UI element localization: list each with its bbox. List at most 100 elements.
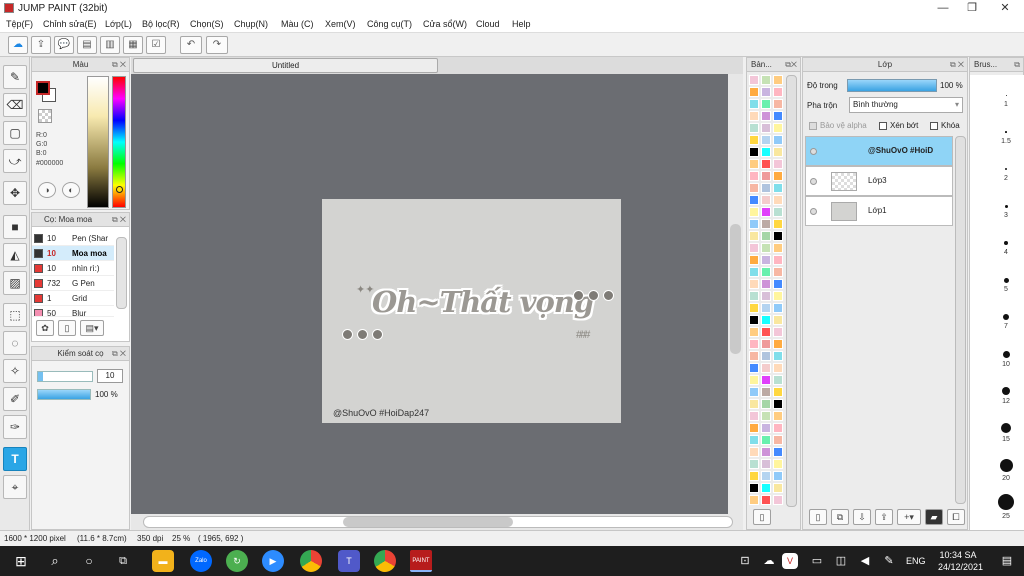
palette-swatch[interactable] [773,435,783,445]
palette-swatch[interactable] [761,423,771,433]
protect-alpha-checkbox[interactable]: Bảo vệ alpha [809,121,867,130]
palette-swatch[interactable] [749,375,759,385]
brush-item[interactable]: 10 nhìn rì:) [32,261,114,276]
search-icon[interactable]: ⌕ [44,550,66,572]
bucket-tool-icon[interactable]: ◭ [3,243,27,267]
pen-tray-icon[interactable]: ✎ [878,550,900,572]
new-layer-icon[interactable]: ▯ [809,509,827,525]
palette-swatch[interactable] [749,207,759,217]
brush-menu-icon[interactable]: ▤▾ [80,320,104,336]
hue-handle[interactable] [116,186,123,193]
palette-swatch[interactable] [773,219,783,229]
foreground-color-swatch[interactable] [36,81,50,95]
palette-swatch[interactable] [749,495,759,505]
menu-capture[interactable]: Chụp(N) [234,19,268,29]
zoom-app-icon[interactable]: ▶ [262,550,284,572]
checklist-icon[interactable]: ☑ [146,36,166,54]
brush-size-dot[interactable] [1003,314,1009,320]
palette-swatch[interactable] [773,327,783,337]
palette-swatch[interactable] [761,303,771,313]
menu-cloud[interactable]: Cloud [476,19,500,29]
palette-swatch[interactable] [749,411,759,421]
fill-rect-tool-icon[interactable]: ■ [3,215,27,239]
palette-swatch[interactable] [773,471,783,481]
palette-swatch[interactable] [749,171,759,181]
brush-size-dot[interactable] [1003,277,1009,283]
palette-swatch[interactable] [761,279,771,289]
palette-swatch[interactable] [773,75,783,85]
brush-size-list[interactable]: 1 1.5 2 3 4 5 7 10 12 15 20 25 [970,75,1024,530]
grid-page-icon[interactable]: ▦ [123,36,143,54]
menu-filter[interactable]: Bộ lọc(R) [142,19,180,29]
file-explorer-icon[interactable]: ▬ [152,550,174,572]
select-eraser-tool-icon[interactable]: ✑ [3,415,27,439]
vertical-scroll-thumb[interactable] [730,224,741,354]
chrome-profile-icon[interactable] [374,550,396,572]
select-tool-icon[interactable]: ⬚ [3,303,27,327]
jump-paint-taskbar-icon[interactable]: PAINT [410,550,432,572]
palette-swatch[interactable] [773,279,783,289]
zalo-icon[interactable]: Zalo [190,550,212,572]
palette-swatch[interactable] [761,447,771,457]
palette-swatch[interactable] [749,243,759,253]
volume-tray-icon[interactable]: ◀ [854,550,876,572]
cortana-icon[interactable]: ○ [78,550,100,572]
palette-swatch[interactable] [749,195,759,205]
layer-row-selected[interactable]: @ShuOvO #HoiD [805,136,953,166]
color-picker-icon[interactable]: ◑ [38,182,56,198]
menu-view[interactable]: Xem(V) [325,19,356,29]
redo-icon[interactable]: ↷ [206,36,228,54]
brush-size-dot[interactable] [999,458,1013,472]
palette-swatch[interactable] [749,399,759,409]
panel-close-icon[interactable]: ⧉ [1014,58,1020,71]
palette-swatch[interactable] [773,375,783,385]
brush-size-value[interactable]: 10 [97,369,123,383]
undo-icon[interactable]: ↶ [180,36,202,54]
palette-swatch[interactable] [773,87,783,97]
palette-swatch[interactable] [761,99,771,109]
app-green-icon[interactable]: ↻ [226,550,248,572]
brush-tool-icon[interactable]: ✎ [3,65,27,89]
palette-swatch[interactable] [761,147,771,157]
palette-swatch[interactable] [773,351,783,361]
palette-swatch[interactable] [761,195,771,205]
palette-swatch[interactable] [749,255,759,265]
lasso-tool-icon[interactable]: ◌ [3,331,27,355]
teams-icon[interactable]: T [338,550,360,572]
palette-swatch[interactable] [761,471,771,481]
palette-swatch[interactable] [749,87,759,97]
palette-swatch[interactable] [773,171,783,181]
message-icon[interactable]: ▤ [77,36,97,54]
palette-swatch[interactable] [749,483,759,493]
palette-swatch[interactable] [749,327,759,337]
brush-item[interactable]: 50 Blur [32,306,114,317]
palette-swatch[interactable] [773,303,783,313]
gradient-tool-icon[interactable]: ▨ [3,271,27,295]
brush-size-dot[interactable] [1004,241,1008,245]
panel-close-icon[interactable]: ⧉✕ [785,58,797,71]
palette-swatch[interactable] [761,483,771,493]
layer-row[interactable]: Lớp1 [805,196,953,226]
palette-swatch[interactable] [761,363,771,373]
clipping-checkbox[interactable]: Xén bớt [879,121,918,130]
palette-swatch[interactable] [749,363,759,373]
palette-swatch[interactable] [761,243,771,253]
palette-swatch[interactable] [773,231,783,241]
palette-swatch[interactable] [761,495,771,505]
tray-icon[interactable]: ⊡ [734,550,756,572]
palette-page-icon[interactable]: ▯ [753,509,771,525]
palette-swatch[interactable] [773,123,783,133]
palette-swatch[interactable] [761,75,771,85]
menu-layer[interactable]: Lớp(L) [105,19,132,29]
palette-swatch[interactable] [761,219,771,229]
palette-scrollbar[interactable] [786,75,797,507]
palette-swatch[interactable] [773,207,783,217]
menu-file[interactable]: Tệp(F) [6,19,33,29]
windows-start-icon[interactable]: ⊞ [10,550,32,572]
palette-swatch[interactable] [749,111,759,121]
brush-item[interactable]: 10 Pen (Shar [32,231,114,246]
export-icon[interactable]: ⇪ [31,36,51,54]
select-rect-tool-icon[interactable]: ▢ [3,121,27,145]
brush-item-selected[interactable]: 10 Moa moa [32,246,114,261]
menu-tools[interactable]: Công cụ(T) [367,19,412,29]
